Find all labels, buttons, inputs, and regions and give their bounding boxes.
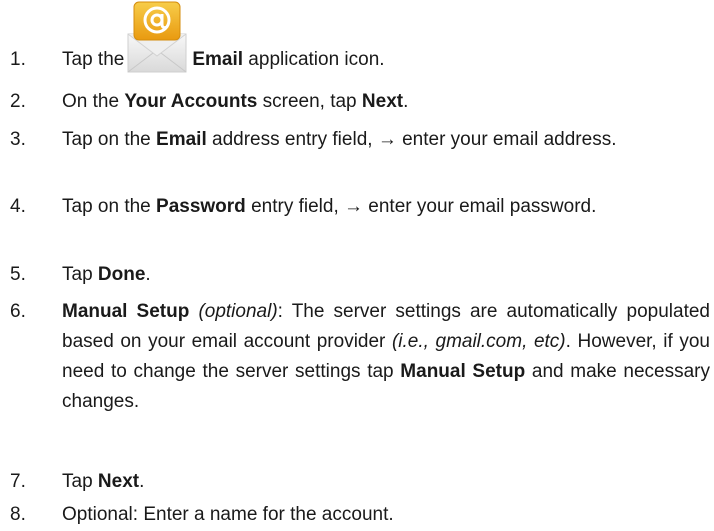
step-number: 7. [10,471,26,492]
step-number: 4. [10,196,26,217]
step-number: 6. [10,301,26,322]
step-text: Tap on the Password entry field, → enter… [62,196,597,217]
step-number: 5. [10,264,26,285]
step-text: Tap Done. [62,264,151,285]
step-text: Tap Next. [62,471,145,492]
step-text: On the Your Accounts screen, tap Next. [62,91,409,112]
step-number: 3. [10,129,26,150]
step-text: Optional: Enter a name for the account. [62,504,394,525]
step-text: Manual Setup (optional): The server sett… [62,301,711,412]
email-app-icon [127,1,187,73]
email-app-icon-slot [124,1,192,75]
step-number: 1. [10,49,26,70]
step-number: 2. [10,91,26,112]
step-number: 8. [10,504,26,525]
step-text: Tap on the Email address entry field, → … [62,129,617,150]
step-text: Tap the Email application icon. [62,1,710,75]
